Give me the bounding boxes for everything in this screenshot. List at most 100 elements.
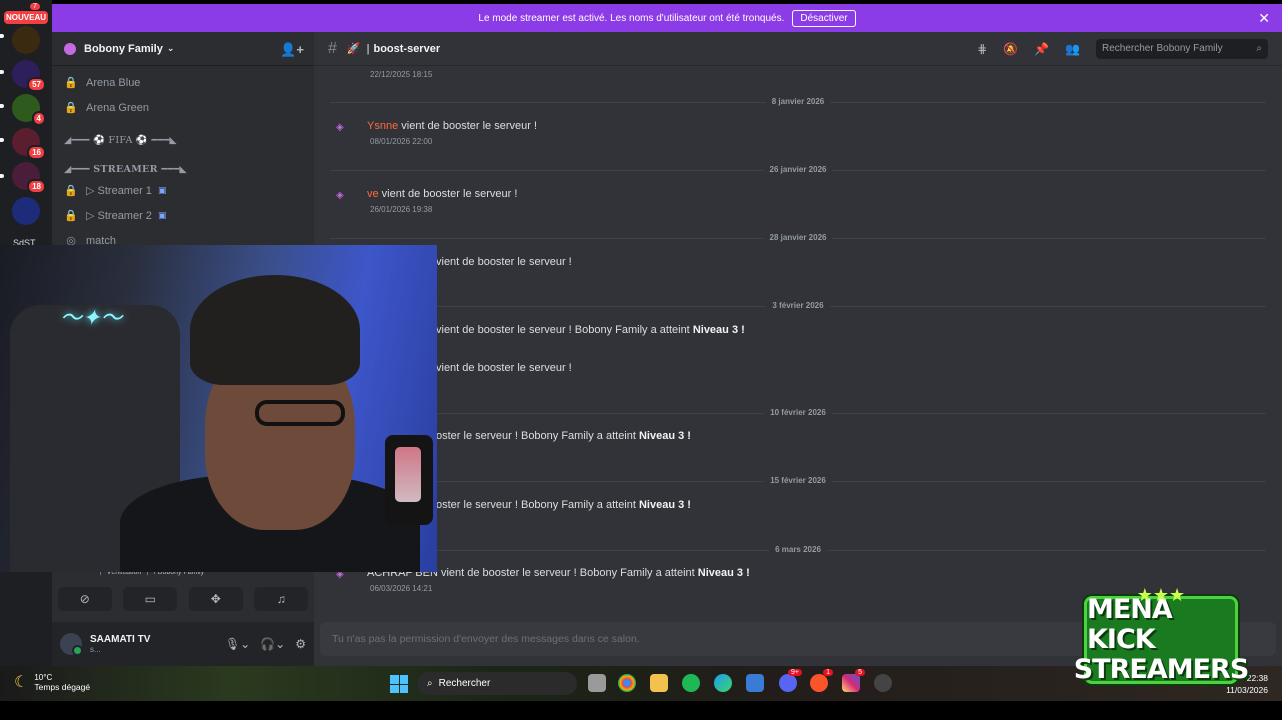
channel-arena-green[interactable]: 🔒 Arena Green [64,101,149,115]
username: SAAMATI TV [90,634,151,645]
level-text: Niveau 3 ! [697,567,750,579]
user-status: s... [90,645,101,654]
server-icon-1[interactable] [12,26,40,54]
screen-share-icon[interactable]: ▭ [123,587,178,611]
weather-text: Temps dégagé [34,681,91,692]
message-text: oster le serveur ! Bobony Family a attei… [436,430,639,442]
message-text: vient de booster le serveur ! [378,188,518,200]
add-member-icon[interactable]: 👤+ [280,42,304,58]
timestamp: 26/01/2026 19:38 [370,205,433,214]
notification-badge: 1 [823,669,833,676]
file-explorer-icon[interactable] [650,674,668,692]
voice-controls-bar: ⊘ ▭ ✥ ♫ [52,580,314,618]
timestamp: 22/12/2025 18:15 [370,70,433,79]
message-text: vient de booster le serveur ! Bobony Fam… [436,324,693,336]
chat-area: # 🚀 | boost-server ⋕ 🔕 📌 👥 Rechercher Bo… [314,32,1282,666]
edge-icon[interactable] [714,674,732,692]
boost-icon: ◈ [336,190,344,201]
server-icon-3[interactable]: 4 [12,94,46,126]
lock-icon: 🔒 [64,102,78,114]
message-text: vient de booster le serveur ! [436,362,572,374]
avatar[interactable] [60,633,83,656]
temperature: 10°C [34,672,53,682]
discord-icon[interactable]: 9+ [779,669,802,692]
spotify-icon[interactable] [682,674,700,692]
unread-pip [0,104,4,108]
search-input[interactable]: Rechercher Bobony Family ⌕ [1096,38,1268,59]
lock-icon: 🔒 [64,185,78,197]
server-badge: 57 [27,77,46,92]
gear-icon[interactable]: ⚙ [295,637,306,651]
date-divider: 10 février 2026 [314,408,1282,417]
server-icon-4[interactable]: 16 [12,128,46,160]
soundboard-icon[interactable]: ♫ [254,587,309,611]
nouveau-badge[interactable]: NOUVEAU [4,11,49,24]
instagram-icon[interactable]: 5 [842,669,865,692]
server-icon-6[interactable] [12,197,40,225]
obs-icon[interactable] [874,674,892,692]
notifications-muted-icon[interactable]: 🔕 [1003,42,1018,56]
weather-widget[interactable]: ☾ 10°C Temps dégagé [14,672,90,692]
category-fifa[interactable]: ◢━━━ ⚽ FIFA ⚽ ━━━◣ [64,135,177,146]
username[interactable]: ve [367,188,379,200]
search-label: Rechercher [438,678,491,689]
server-badge: 16 [27,145,46,160]
channel-label: Arena Blue [86,76,141,89]
server-badge: 4 [31,111,46,126]
letterbox [0,701,1282,720]
lock-icon: 🔒 [64,210,78,222]
message-text: vient de booster le serveur ! Bobony Fam… [437,567,698,579]
date-divider: 28 janvier 2026 [314,233,1282,242]
server-badge: 18 [27,179,46,194]
search-placeholder: Rechercher Bobony Family [1102,43,1223,54]
activities-icon[interactable]: ✥ [188,587,243,611]
rocket-icon: 🚀 [346,43,361,55]
task-view-icon[interactable] [588,674,606,692]
level-text: Niveau 3 ! [692,324,745,336]
camera-off-icon[interactable]: ⊘ [57,587,112,611]
channel-label: ▷ Streamer 1 [86,185,152,197]
channel-streamer-2[interactable]: 🔒 ▷ Streamer 2 ▣ [64,209,166,222]
members-icon[interactable]: 👥 [1065,42,1080,56]
notification-badge: 5 [855,669,865,676]
beanie [190,275,360,385]
user-panel: SAAMATI TV s... 🎙⌄ 🎧⌄ ⚙ [52,622,314,666]
stars-icon: ★★★ [1136,585,1186,605]
search-icon: ⌕ [427,678,433,689]
channel-label: ▷ Streamer 2 [86,210,152,222]
notification-badge: 9+ [788,669,802,676]
unread-pip [0,174,4,178]
timestamp: 08/01/2026 22:00 [370,137,433,146]
brave-icon[interactable]: 1 [810,669,833,692]
username[interactable]: Ysnne [367,120,398,132]
date-divider: 6 mars 2026 [314,545,1282,554]
close-icon[interactable]: ✕ [1258,10,1270,27]
headphones-icon[interactable]: 🎧⌄ [260,637,285,651]
server-icon-5[interactable]: 18 [12,162,46,194]
taskbar-search[interactable]: ⌕ Rechercher [417,672,577,695]
windows-start-icon[interactable] [390,675,408,693]
store-icon[interactable] [746,674,764,692]
unread-pip [0,70,4,74]
mena-kick-streamers-logo: ★★★ MENA KICK STREAMERS [1074,585,1250,685]
chevron-down-icon: ⌄ [166,43,175,53]
timestamp: 06/03/2026 14:21 [370,584,433,593]
microphone-icon[interactable]: 🎙⌄ [225,637,250,651]
channel-arena-blue[interactable]: 🔒 Arena Blue [64,76,141,90]
webcam-overlay: 〜✦〜 [0,245,437,572]
chrome-icon[interactable] [618,674,636,692]
video-icon: ▣ [157,210,167,220]
top-badge: 7 [30,3,40,10]
hash-icon: # [328,39,337,57]
server-header[interactable]: Bobony Family ⌄ 👤+ [52,32,314,66]
pin-icon[interactable]: 📌 [1034,42,1049,56]
logo-line-2: STREAMERS [1073,654,1250,685]
channel-streamer-1[interactable]: 🔒 ▷ Streamer 1 ▣ [64,184,166,197]
server-name: Bobony Family [84,42,163,55]
server-icon-2[interactable]: 57 [12,60,46,92]
threads-icon[interactable]: ⋕ [977,42,987,56]
category-streamer[interactable]: ◢━━━ STREAMER ━━━◣ [64,164,187,175]
disable-streamer-mode-button[interactable]: Désactiver [792,9,856,27]
channel-name: boost-server [373,42,441,55]
date: 11/03/2026 [1226,685,1268,695]
